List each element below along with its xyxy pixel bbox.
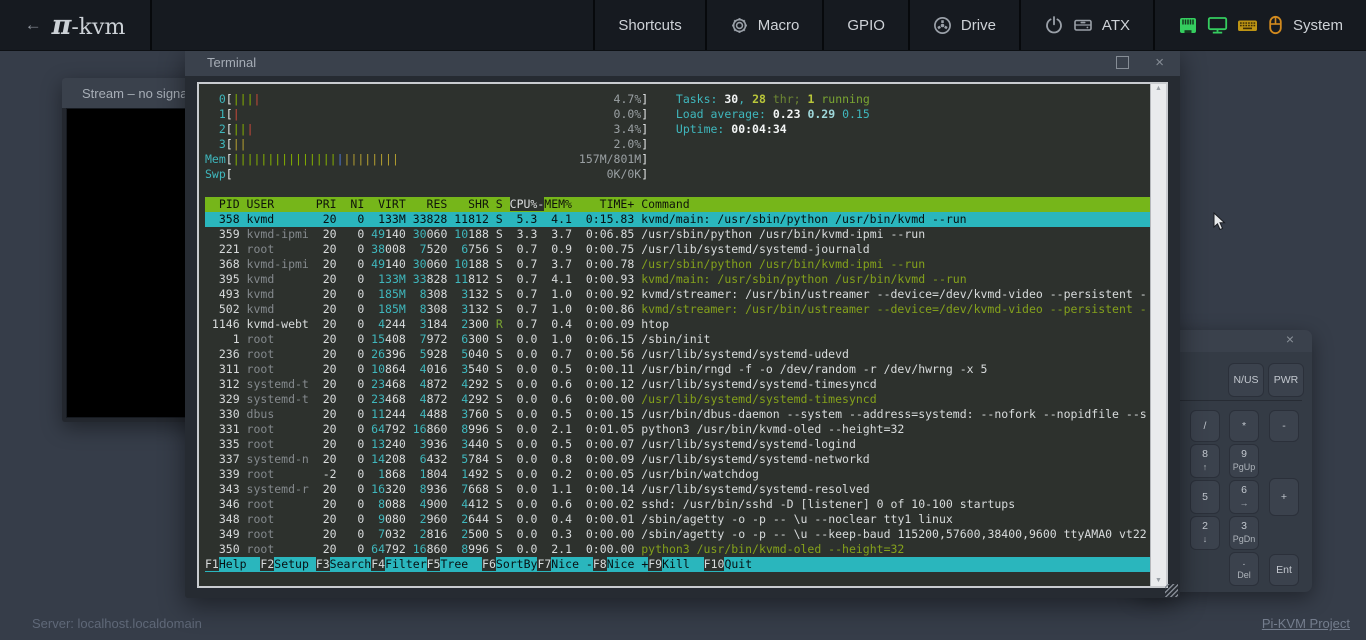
app-logo[interactable]: ← π-kvm bbox=[0, 0, 152, 50]
stream-title: Stream – no signal bbox=[82, 86, 190, 101]
key-numpad-enter[interactable]: Ent bbox=[1269, 554, 1299, 586]
menu-label: GPIO bbox=[847, 17, 885, 34]
key-numpad-8[interactable]: 8↑ bbox=[1190, 444, 1220, 478]
logo-pi: π bbox=[52, 10, 72, 41]
mouse-icon bbox=[1267, 15, 1284, 35]
logo-text: -kvm bbox=[71, 15, 125, 40]
key-numpad-decimal[interactable]: .Del bbox=[1229, 552, 1259, 586]
key-numpad-multiply[interactable]: * bbox=[1229, 410, 1259, 442]
menu-label: Drive bbox=[961, 17, 996, 34]
header-bar: ← π-kvm Shortcuts bbox=[0, 0, 1366, 51]
resize-handle[interactable] bbox=[1165, 584, 1178, 597]
mouse-cursor bbox=[1213, 212, 1227, 237]
menu-label: Shortcuts bbox=[618, 17, 681, 34]
key-numpad-subtract[interactable]: - bbox=[1269, 410, 1299, 442]
back-arrow-icon[interactable]: ← bbox=[25, 15, 42, 35]
key-numpad-divide[interactable]: / bbox=[1190, 410, 1220, 442]
menu-item-system[interactable]: System bbox=[1153, 0, 1366, 50]
menu-label: System bbox=[1293, 17, 1343, 34]
close-icon[interactable]: × bbox=[1155, 55, 1164, 70]
menu-label: ATX bbox=[1102, 17, 1130, 34]
terminal-content[interactable]: 0[|||| 4.7%] Tasks: 30, 28 thr; 1 runnin… bbox=[197, 82, 1168, 588]
monitor-icon bbox=[1207, 16, 1228, 35]
project-link[interactable]: Pi-KVM Project bbox=[1262, 616, 1350, 631]
scroll-down-icon[interactable]: ▼ bbox=[1155, 576, 1162, 586]
menu-item-macro[interactable]: Macro bbox=[705, 0, 823, 50]
menu-label: Macro bbox=[758, 17, 800, 34]
menu-item-shortcuts[interactable]: Shortcuts bbox=[593, 0, 704, 50]
server-label: Server: localhost.localdomain bbox=[32, 616, 202, 631]
menu-item-atx[interactable]: ATX bbox=[1019, 0, 1153, 50]
scroll-up-icon[interactable]: ▲ bbox=[1155, 84, 1162, 94]
key-numpad-3[interactable]: 3PgDn bbox=[1229, 516, 1259, 550]
maximize-icon[interactable] bbox=[1116, 56, 1129, 69]
disc-icon bbox=[933, 16, 952, 35]
key-numpad-pwr[interactable]: PWR bbox=[1268, 363, 1304, 397]
header-menu: Shortcuts Macro bbox=[593, 0, 1366, 50]
key-numpad-2[interactable]: 2↓ bbox=[1190, 516, 1220, 550]
key-numpad-add[interactable]: + bbox=[1269, 478, 1299, 516]
scrollbar[interactable]: ▲ ▼ bbox=[1150, 84, 1166, 586]
terminal-titlebar[interactable]: Terminal × bbox=[185, 48, 1180, 76]
close-icon[interactable]: × bbox=[1286, 331, 1294, 347]
key-numpad-9[interactable]: 9PgUp bbox=[1229, 444, 1259, 478]
gear-icon bbox=[730, 16, 749, 35]
menu-item-gpio[interactable]: GPIO bbox=[822, 0, 908, 50]
keyboard-icon bbox=[1237, 16, 1258, 35]
htop-output[interactable]: 0[|||| 4.7%] Tasks: 30, 28 thr; 1 runnin… bbox=[199, 84, 1150, 586]
key-numpad-nus[interactable]: N/US bbox=[1228, 363, 1264, 397]
key-numpad-6[interactable]: 6→ bbox=[1229, 480, 1259, 514]
key-numpad-5[interactable]: 5 bbox=[1190, 480, 1220, 514]
ethernet-icon bbox=[1178, 16, 1198, 35]
drive-box-icon bbox=[1073, 16, 1093, 34]
terminal-title: Terminal bbox=[207, 55, 256, 70]
menu-item-drive[interactable]: Drive bbox=[908, 0, 1019, 50]
terminal-window: Terminal × 0[|||| 4.7%] Tasks: 30, 28 th… bbox=[185, 48, 1180, 598]
power-icon bbox=[1044, 15, 1064, 35]
